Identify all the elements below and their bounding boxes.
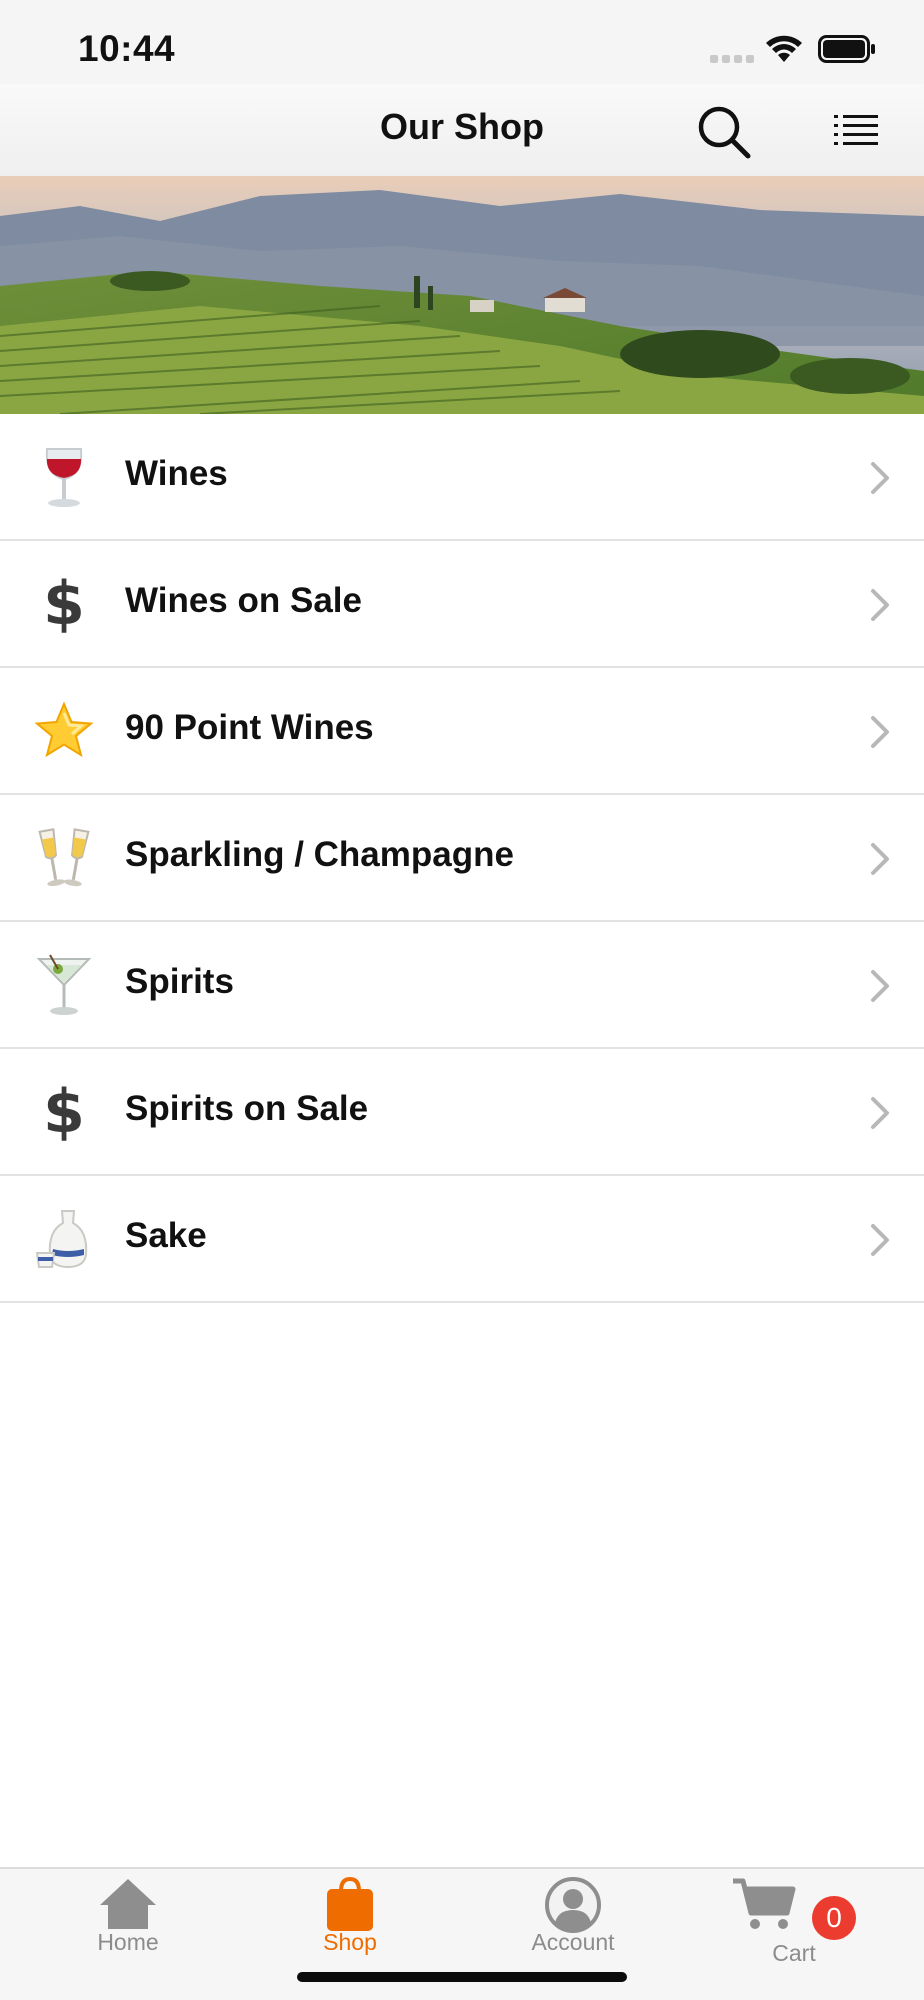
chevron-right-icon: [871, 589, 889, 621]
cart-count-badge: 0: [812, 1896, 856, 1940]
tab-account[interactable]: Account: [493, 1869, 653, 1979]
category-label: Sparkling / Champagne: [125, 835, 514, 874]
dollar-sign-icon: $: [43, 569, 85, 639]
cellular-signal-icon: [710, 55, 754, 63]
tab-shop[interactable]: Shop: [270, 1869, 430, 1979]
category-row-sake[interactable]: Sake: [0, 1176, 924, 1303]
category-row-sparkling-champagne[interactable]: Sparkling / Champagne: [0, 795, 924, 922]
category-row-wines-on-sale[interactable]: $ Wines on Sale: [0, 541, 924, 668]
tab-label: Home: [97, 1929, 159, 1955]
category-label: Spirits on Sale: [125, 1089, 369, 1128]
star-icon: [32, 699, 96, 763]
cocktail-glass-icon: [32, 953, 96, 1017]
category-label: Wines on Sale: [125, 581, 362, 620]
category-row-wines[interactable]: Wines: [0, 414, 924, 541]
list-menu-icon: [834, 115, 878, 145]
tab-home[interactable]: Home: [48, 1869, 208, 1979]
category-list: Wines $ Wines on Sale 90 Point Wines Spa…: [0, 414, 924, 1303]
chevron-right-icon: [871, 970, 889, 1002]
category-label: Spirits: [125, 962, 234, 1001]
tab-label: Cart: [772, 1940, 816, 1966]
battery-icon: [818, 35, 875, 63]
chevron-right-icon: [871, 1224, 889, 1256]
account-icon: [545, 1877, 601, 1933]
tab-label: Shop: [323, 1929, 377, 1955]
sake-bottle-icon: [32, 1207, 96, 1271]
vineyard-banner-image: [0, 176, 924, 414]
champagne-glasses-icon: [32, 826, 96, 890]
wifi-icon: [766, 35, 802, 62]
category-row-spirits[interactable]: Spirits: [0, 922, 924, 1049]
search-button[interactable]: [694, 102, 754, 162]
category-label: Wines: [125, 454, 228, 493]
chevron-right-icon: [871, 843, 889, 875]
chevron-right-icon: [871, 1097, 889, 1129]
shop-screen: 10:44 Our Shop Wines $ Wines on Sale 90 …: [0, 0, 924, 2000]
home-icon: [100, 1879, 156, 1929]
search-icon: [698, 106, 751, 159]
cart-icon: [733, 1878, 796, 1929]
tab-label: Account: [531, 1929, 615, 1955]
status-bar: 10:44: [0, 0, 924, 84]
dollar-sign-icon: $: [43, 1077, 85, 1147]
chevron-right-icon: [871, 462, 889, 494]
status-time: 10:44: [78, 28, 176, 69]
chevron-right-icon: [871, 716, 889, 748]
category-row-90-point-wines[interactable]: 90 Point Wines: [0, 668, 924, 795]
menu-button[interactable]: [832, 110, 880, 150]
category-label: Sake: [125, 1216, 207, 1255]
shopping-bag-icon: [327, 1877, 373, 1931]
wine-glass-icon: [32, 445, 96, 509]
page-title: Our Shop: [380, 106, 544, 147]
category-label: 90 Point Wines: [125, 708, 374, 747]
home-indicator[interactable]: [297, 1972, 627, 1982]
navigation-bar: Our Shop: [0, 84, 924, 176]
category-row-spirits-on-sale[interactable]: $ Spirits on Sale: [0, 1049, 924, 1176]
